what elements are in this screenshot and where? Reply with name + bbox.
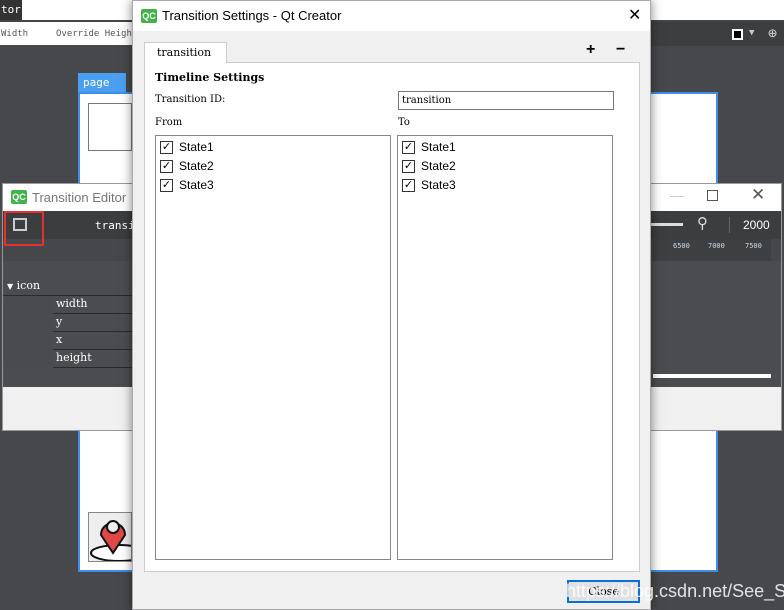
background-color-icon[interactable] <box>732 29 743 40</box>
from-state1-checkbox[interactable]: ✓ State1 <box>160 138 214 156</box>
transition-label: transi <box>95 219 135 232</box>
ruler-tick: 6500 <box>673 242 690 250</box>
to-state3-checkbox[interactable]: ✓ State3 <box>402 176 456 194</box>
search-icon[interactable]: ⚲ <box>697 214 708 232</box>
editor-tab[interactable]: tor <box>0 0 22 20</box>
from-label: From <box>155 117 183 128</box>
property-row[interactable]: y <box>53 315 133 332</box>
from-state3-checkbox[interactable]: ✓ State3 <box>160 176 214 194</box>
location-pin-image[interactable] <box>88 512 132 562</box>
expand-arrow-icon[interactable]: ▼ <box>7 282 13 291</box>
ruler-tick: 7000 <box>708 242 725 250</box>
close-icon[interactable]: ✕ <box>628 5 641 25</box>
state-label: State1 <box>421 140 456 154</box>
ruler: 6500 7000 7500 <box>653 239 771 261</box>
check-icon: ✓ <box>402 178 415 192</box>
transition-settings-dialog: QC Transition Settings - Qt Creator ✕ tr… <box>132 0 651 610</box>
page-tab[interactable]: page <box>78 73 126 92</box>
state-label: State1 <box>179 140 214 154</box>
from-state2-checkbox[interactable]: ✓ State2 <box>160 157 214 175</box>
transition-id-input[interactable]: transition <box>398 91 614 110</box>
page-label: page <box>83 76 110 89</box>
qt-logo-icon: QC <box>141 9 157 23</box>
map-pin-icon <box>90 520 131 561</box>
dialog-title: Transition Settings - Qt Creator <box>162 8 342 23</box>
to-state2-checkbox[interactable]: ✓ State2 <box>402 157 456 175</box>
property-row[interactable]: x <box>53 333 133 350</box>
watermark: https://blog.csdn.net/See_Star <box>566 581 784 601</box>
highlight-box <box>4 211 44 246</box>
window-title: Transition Editor <box>32 190 127 205</box>
state-label: State3 <box>421 178 456 192</box>
dialog-title-bar: QC Transition Settings - Qt Creator ✕ <box>133 1 650 31</box>
check-icon: ✓ <box>402 140 415 154</box>
add-transition-button[interactable]: + <box>586 41 595 59</box>
state-label: State2 <box>179 159 214 173</box>
check-icon: ✓ <box>402 159 415 173</box>
to-state1-checkbox[interactable]: ✓ State1 <box>402 138 456 156</box>
duration-value[interactable]: 2000 <box>743 218 770 232</box>
override-height-label: Override Height <box>56 29 138 39</box>
divider <box>729 217 730 233</box>
check-icon: ✓ <box>160 140 173 154</box>
state-label: State3 <box>179 178 214 192</box>
canvas-toolbar: ▼ ⊕ <box>650 22 784 46</box>
rectangle-item[interactable] <box>88 103 132 151</box>
tab-transition[interactable]: transition <box>144 42 227 63</box>
property-row[interactable]: height <box>53 351 133 368</box>
state-label: State2 <box>421 159 456 173</box>
qt-logo-icon: QC <box>11 190 27 204</box>
tree-item-icon[interactable]: ▼ icon <box>3 279 133 296</box>
settings-panel: Timeline Settings Transition ID: transit… <box>144 62 640 572</box>
close-icon[interactable]: ✕ <box>751 185 765 205</box>
to-states-list: ✓ State1 ✓ State2 ✓ State3 <box>397 135 613 560</box>
check-icon: ✓ <box>160 159 173 173</box>
section-title: Timeline Settings <box>155 71 265 84</box>
check-icon: ✓ <box>160 178 173 192</box>
property-row[interactable]: width <box>53 297 133 314</box>
ruler-tick: 7500 <box>745 242 762 250</box>
to-label: To <box>398 117 410 128</box>
target-label: icon <box>16 279 41 292</box>
transition-id-label: Transition ID: <box>155 94 226 105</box>
minimize-icon[interactable] <box>670 196 684 197</box>
from-states-list: ✓ State1 ✓ State2 ✓ State3 <box>155 135 391 560</box>
chevron-down-icon[interactable]: ▼ <box>749 28 754 38</box>
horizontal-scrollbar[interactable] <box>653 374 771 378</box>
width-label: Width <box>1 29 29 39</box>
tree-indent <box>3 297 53 367</box>
remove-transition-button[interactable]: − <box>616 41 625 59</box>
maximize-icon[interactable] <box>707 190 718 201</box>
zoom-in-icon[interactable]: ⊕ <box>768 24 777 42</box>
